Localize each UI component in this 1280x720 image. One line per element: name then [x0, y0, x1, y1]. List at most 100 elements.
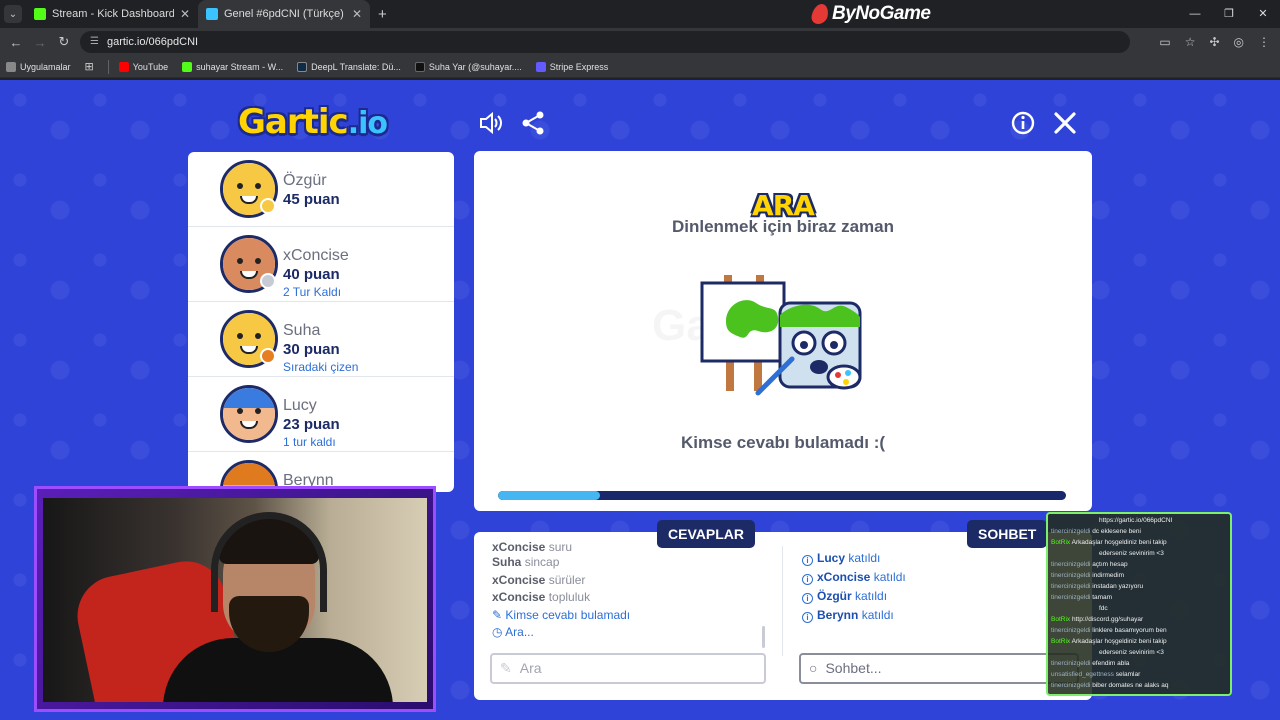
grid-icon[interactable]: ⊞ — [85, 60, 94, 73]
chat-message: tamam — [1090, 594, 1113, 601]
chat-username: tinercinizgeldi — [1051, 572, 1091, 579]
chat-user: Berynn — [817, 608, 859, 622]
stream-chat-overlay: https://gartic.io/066pdCNI tinercinizgeld… — [1046, 512, 1232, 696]
info-icon: i — [802, 555, 813, 566]
bookmark-tiktok[interactable]: Suha Yar (@suhayar.... — [414, 61, 522, 72]
answer-user: xConcise — [492, 590, 546, 604]
pencil-icon: ✎ — [492, 607, 503, 622]
gartic-logo[interactable]: Gartic.io — [238, 102, 388, 142]
player-score: 30 puan — [283, 341, 340, 358]
extensions-icon[interactable]: ✣ — [1209, 35, 1219, 49]
youtube-icon — [118, 61, 129, 72]
chat-username: tinercinizgeldi — [1051, 583, 1091, 590]
window-controls: — ❐ ✕ — [1178, 0, 1280, 28]
profile-icon[interactable]: ◎ — [1234, 35, 1244, 49]
bookmark-label: YouTube — [132, 61, 169, 72]
chat-line: tinercinizgeldi linklere basamıyorum ben — [1051, 625, 1227, 636]
site-info-icon[interactable]: ☰ — [90, 31, 99, 53]
share-icon[interactable] — [520, 110, 546, 136]
info-icon[interactable] — [1010, 110, 1036, 136]
player-row[interactable]: Özgür 45 puan — [188, 152, 454, 227]
answer-user: xConcise — [492, 542, 546, 554]
kick-icon — [182, 61, 193, 72]
chat-line: tinercinizgeldi efendim abla — [1051, 658, 1227, 669]
list-item: xConcise topluluk — [492, 589, 767, 607]
avatar-hair — [223, 388, 275, 408]
new-tab-icon[interactable]: + — [378, 6, 387, 23]
bookmark-youtube[interactable]: YouTube — [118, 61, 169, 72]
chat-username: BotRix — [1051, 638, 1071, 645]
bookmark-star-icon[interactable]: ☆ — [1185, 35, 1196, 49]
player-row[interactable]: Lucy 23 puan 1 tur kaldı — [188, 377, 454, 452]
chat-message: efendim abla — [1090, 660, 1130, 667]
chat-input[interactable]: ○ Sohbet... — [799, 653, 1079, 684]
player-score: 45 puan — [283, 191, 340, 208]
chat-user: Özgür — [817, 589, 852, 603]
bookmark-kick-stream[interactable]: suhayar Stream - W... — [182, 61, 284, 72]
status-badge — [260, 348, 276, 364]
chat-text: katıldı — [855, 589, 888, 603]
chat-tab[interactable]: SOHBET — [967, 520, 1048, 548]
answers-list: xConcise suru Suha sincap xConcise sürül… — [492, 542, 767, 642]
back-arrow-icon[interactable]: ← — [4, 35, 28, 50]
address-bar[interactable]: ☰ gartic.io/066pdCNI — [80, 31, 1130, 53]
sound-icon[interactable] — [478, 110, 504, 136]
player-row[interactable]: Suha 30 puan Sıradaki çizen — [188, 302, 454, 377]
tab-gartic[interactable]: Genel #6pdCNI (Türkçe) - Gartic ✕ — [198, 0, 370, 28]
menu-kebab-icon[interactable]: ⋮ — [1258, 35, 1270, 49]
player-name: Suha — [283, 322, 321, 339]
bookmark-apps[interactable]: Uygulamalar — [6, 61, 71, 72]
bookmarks-bar: Uygulamalar ⊞ YouTube suhayar Stream - W… — [0, 56, 1280, 78]
chat-line: BotRix Arkadaşlar hoşgeldiniz beni takip — [1051, 636, 1227, 647]
apps-grid-icon — [6, 61, 16, 72]
chat-list: i Lucy katıldı i xConcise katıldı i Özgür k… — [802, 549, 906, 625]
reload-icon[interactable]: ↻ — [52, 34, 76, 50]
status-badge — [260, 273, 276, 289]
answers-scrollbar[interactable] — [762, 626, 765, 648]
chat-message: dc eklesene beni — [1090, 528, 1141, 535]
close-game-icon[interactable] — [1052, 110, 1078, 136]
chat-username: tinercinizgeldi — [1051, 594, 1091, 601]
forward-arrow-icon[interactable]: → — [28, 35, 52, 50]
bookmark-stripe[interactable]: Stripe Express — [535, 61, 609, 72]
bookmark-label: Uygulamalar — [20, 61, 71, 72]
bookmark-label: suhayar Stream - W... — [196, 61, 284, 72]
answer-text: sincap — [524, 555, 560, 569]
chat-message: http://discord.gg/suhayar — [1070, 616, 1144, 623]
tiktok-icon — [414, 61, 425, 72]
chat-line: ederseniz sevinirim <3 — [1051, 647, 1227, 658]
restore-icon[interactable]: ❐ — [1212, 0, 1246, 28]
panel-divider — [782, 546, 783, 656]
info-icon: i — [802, 612, 813, 623]
chat-user: xConcise — [817, 570, 871, 584]
player-note: 1 tur kaldı — [283, 435, 336, 449]
webcam-video — [43, 498, 427, 702]
deepl-icon — [297, 61, 308, 72]
cast-icon[interactable]: ▭ — [1159, 35, 1170, 49]
minimize-icon[interactable]: — — [1178, 0, 1212, 28]
list-item: xConcise sürüler — [492, 572, 767, 590]
chat-username: tinercinizgeldi — [1051, 682, 1091, 689]
chat-message: biber domates ne alaks aq — [1090, 682, 1169, 689]
chat-line: tinercinizgeldi açtım hesap — [1051, 559, 1227, 570]
player-note: 2 Tur Kaldı — [283, 285, 342, 299]
chat-line: fdc — [1051, 603, 1227, 614]
webcam-overlay — [34, 486, 436, 712]
bookmark-label: Stripe Express — [549, 61, 609, 72]
tab-kick-dashboard[interactable]: Stream - Kick Dashboard ✕ — [26, 0, 198, 28]
logo-suffix: .io — [347, 106, 388, 141]
round-progress-fill — [498, 491, 601, 500]
player-row[interactable]: xConcise 40 puan 2 Tur Kaldı — [188, 227, 454, 302]
chat-message: instadan yazıyoru — [1090, 583, 1144, 590]
chat-line: tinercinizgeldi instadan yazıyoru — [1051, 581, 1227, 592]
round-progress-bar — [498, 491, 1066, 500]
tab-label: Stream - Kick Dashboard — [52, 8, 174, 20]
tab-search-icon[interactable]: ⌄ — [4, 5, 22, 23]
close-icon[interactable]: ✕ — [180, 7, 190, 21]
logo-text: Gartic — [238, 102, 349, 142]
close-icon[interactable]: ✕ — [352, 7, 362, 21]
chat-message: selamlar — [1113, 671, 1141, 678]
close-window-icon[interactable]: ✕ — [1246, 0, 1280, 28]
answer-input[interactable]: ✎ Ara — [490, 653, 766, 684]
bookmark-deepl[interactable]: DeepL Translate: Dü... — [297, 61, 401, 72]
